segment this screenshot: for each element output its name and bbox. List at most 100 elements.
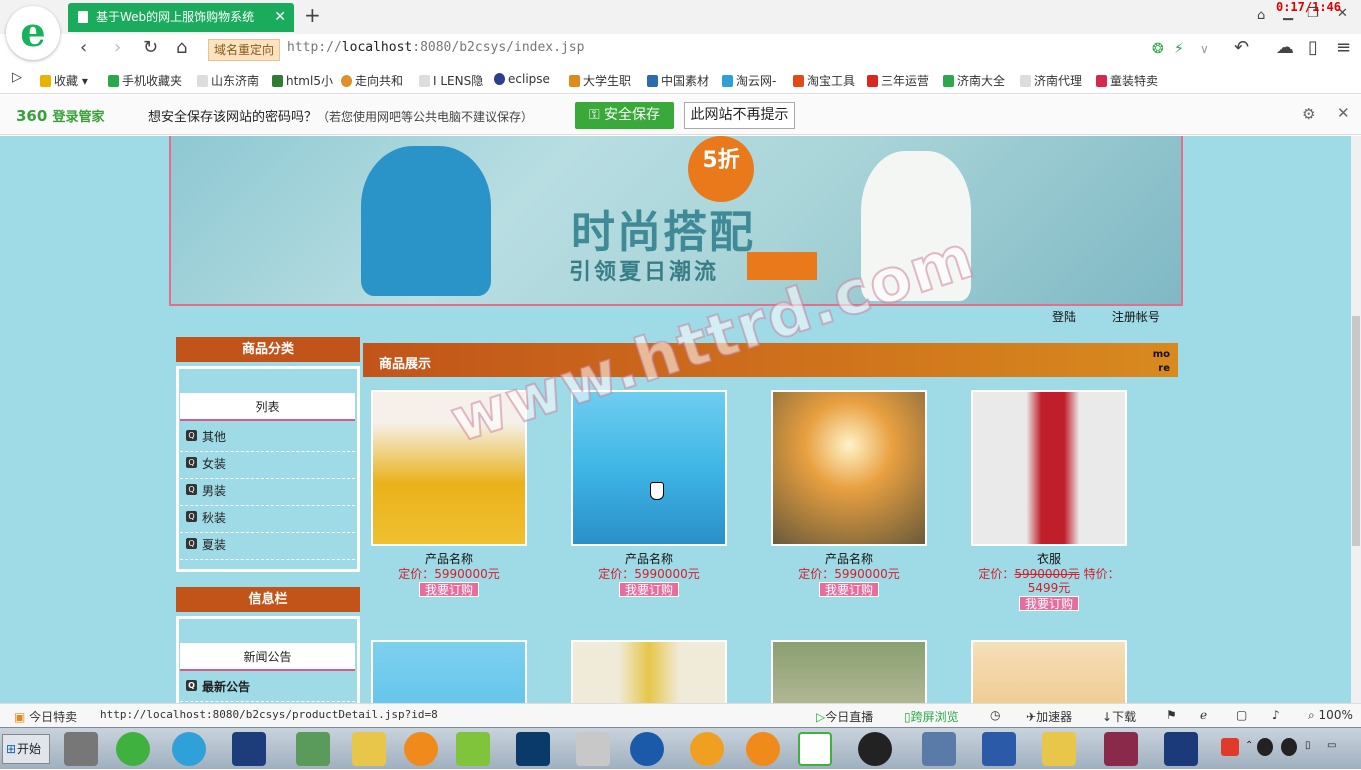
menu-icon[interactable]: ≡ xyxy=(1336,37,1351,58)
taskbar-ie-icon[interactable] xyxy=(116,732,150,766)
tray-up-icon[interactable]: ⌃ xyxy=(1245,740,1253,751)
bookmark-item[interactable]: 童装特卖 xyxy=(1096,72,1158,89)
register-link[interactable]: 注册帐号 xyxy=(1112,310,1160,324)
address-dropdown-icon[interactable]: ∨ xyxy=(1200,42,1209,56)
product-image[interactable] xyxy=(771,390,927,546)
taskbar-globe-icon[interactable] xyxy=(172,732,206,766)
home-icon[interactable]: ⌂ xyxy=(176,37,187,58)
accelerator-link[interactable]: ✈加速器 xyxy=(1026,708,1072,725)
order-button[interactable]: 我要订购 xyxy=(1018,596,1079,611)
product-name[interactable]: 产品名称 xyxy=(569,550,729,567)
new-tab-button[interactable]: + xyxy=(304,3,321,27)
back-icon[interactable]: ‹ xyxy=(80,37,87,58)
ie-mode-icon[interactable]: ℯ xyxy=(1200,708,1207,722)
taskbar-android-icon[interactable] xyxy=(456,732,490,766)
bookmark-item[interactable]: 中国素材 xyxy=(647,72,709,89)
bookmark-item[interactable]: 淘宝工具 xyxy=(793,72,855,89)
category-item-summer[interactable]: Q 夏装 xyxy=(180,533,355,560)
taskbar-word-icon[interactable] xyxy=(982,732,1016,766)
taskbar-app-icon[interactable] xyxy=(64,732,98,766)
product-image[interactable] xyxy=(971,640,1127,703)
product-image[interactable] xyxy=(971,390,1127,546)
taskbar-app-icon[interactable] xyxy=(922,732,956,766)
bookmark-item[interactable]: html5小 xyxy=(272,72,333,89)
news-item[interactable]: Q 最新公告 xyxy=(180,675,355,702)
security-icon[interactable]: ❂ xyxy=(1152,41,1164,57)
category-item-men[interactable]: Q 男装 xyxy=(180,479,355,506)
taskbar-app-icon[interactable] xyxy=(746,732,780,766)
forward-icon[interactable]: › xyxy=(114,37,121,58)
bookmark-item[interactable]: 大学生职 xyxy=(569,72,631,89)
product-name[interactable]: 产品名称 xyxy=(769,550,929,567)
tray-qq-icon[interactable] xyxy=(1281,738,1297,756)
product-image[interactable] xyxy=(771,640,927,703)
address-bar[interactable]: http://localhost:8080/b2csys/index.jsp xyxy=(287,40,584,55)
window-icon[interactable]: ▢ xyxy=(1236,708,1247,722)
taskbar-browser-icon[interactable] xyxy=(798,732,832,766)
tab-close-icon[interactable]: ✕ xyxy=(274,3,286,32)
tray-sogou-icon[interactable] xyxy=(1221,738,1239,756)
order-button[interactable]: 我要订购 xyxy=(618,582,679,597)
skin-icon[interactable]: ⌂ xyxy=(1257,8,1265,23)
product-name[interactable]: 衣服 xyxy=(969,550,1129,567)
zoom-control[interactable]: ⌕ 100% xyxy=(1308,708,1353,723)
taskbar-qq-icon[interactable] xyxy=(858,732,892,766)
more-link[interactable]: more xyxy=(1150,348,1170,376)
bookmark-item[interactable]: 济南代理 xyxy=(1020,72,1082,89)
taskbar-app-icon[interactable] xyxy=(404,732,438,766)
never-for-site-button[interactable]: 此网站不再提示 xyxy=(684,102,795,129)
taskbar-photoshop-icon[interactable] xyxy=(516,732,550,766)
taskbar-app-icon[interactable] xyxy=(232,732,266,766)
product-name[interactable]: 产品名称 xyxy=(369,550,529,567)
sidebar-toggle-icon[interactable]: ▷ xyxy=(12,70,22,85)
cloud-icon[interactable]: ☁ xyxy=(1276,37,1294,58)
today-sale-link[interactable]: ▣ 今日特卖 xyxy=(14,708,77,725)
category-item-women[interactable]: Q 女装 xyxy=(180,452,355,479)
tray-device-icon[interactable]: ▯ xyxy=(1305,740,1311,751)
start-button[interactable]: ⊞ 开始 xyxy=(2,734,50,764)
taskbar-app-icon[interactable] xyxy=(576,732,610,766)
bookmark-item[interactable]: 走向共和 xyxy=(341,72,403,89)
taskbar-app-icon[interactable] xyxy=(1164,732,1198,766)
taskbar-search-icon[interactable] xyxy=(690,732,724,766)
order-button[interactable]: 我要订购 xyxy=(418,582,479,597)
device-icon[interactable]: ▯ xyxy=(1308,37,1318,58)
taskbar-winrar-icon[interactable] xyxy=(1104,732,1138,766)
history-icon[interactable]: ◷ xyxy=(990,708,1000,722)
login-link[interactable]: 登陆 xyxy=(1052,310,1076,324)
sound-icon[interactable]: ♪ xyxy=(1272,708,1280,722)
redirect-badge[interactable]: 域名重定向 xyxy=(208,39,281,61)
page-scrollbar[interactable] xyxy=(1351,136,1361,703)
bookmark-item[interactable]: 济南大全 xyxy=(943,72,1005,89)
flag-icon[interactable]: ⚑ xyxy=(1166,708,1177,722)
bookmark-item[interactable]: eclipse xyxy=(494,72,550,86)
undo-icon[interactable]: ↶ xyxy=(1234,37,1249,58)
live-link[interactable]: ▷今日直播 xyxy=(816,708,873,725)
active-tab[interactable]: 基于Web的网上服饰购物系统 ✕ xyxy=(68,3,294,32)
product-image[interactable] xyxy=(371,640,527,703)
tray-network-icon[interactable]: ▭ xyxy=(1327,740,1336,751)
close-bar-icon[interactable]: ✕ xyxy=(1337,104,1350,122)
speed-icon[interactable]: ⚡ xyxy=(1174,41,1184,57)
bookmark-item[interactable]: 收藏 ▾ xyxy=(40,72,88,89)
category-item-other[interactable]: Q 其他 xyxy=(180,425,355,452)
taskbar-folder-icon[interactable] xyxy=(1042,732,1076,766)
bookmark-item[interactable]: I LENS隐 xyxy=(419,72,483,89)
settings-gear-icon[interactable]: ⚙ xyxy=(1302,105,1315,123)
category-item-autumn[interactable]: Q 秋装 xyxy=(180,506,355,533)
bookmark-item[interactable]: 淘云网- xyxy=(722,72,776,89)
taskbar-app-icon[interactable] xyxy=(352,732,386,766)
product-image[interactable] xyxy=(571,640,727,703)
bookmark-item[interactable]: 三年运营 xyxy=(867,72,929,89)
refresh-icon[interactable]: ↻ xyxy=(143,37,158,58)
download-link[interactable]: ↓下载 xyxy=(1102,708,1136,725)
browser-logo[interactable]: e xyxy=(6,6,60,60)
tray-qq-icon[interactable] xyxy=(1257,738,1273,756)
order-button[interactable]: 我要订购 xyxy=(818,582,879,597)
taskbar-app-icon[interactable] xyxy=(630,732,664,766)
bookmark-item[interactable]: 手机收藏夹 xyxy=(108,72,182,89)
save-password-button[interactable]: ⚿ 安全保存 xyxy=(575,102,674,129)
scrollbar-thumb[interactable] xyxy=(1352,316,1360,546)
cross-screen-link[interactable]: ▯跨屏浏览 xyxy=(904,708,959,725)
bookmark-item[interactable]: 山东济南 xyxy=(197,72,259,89)
